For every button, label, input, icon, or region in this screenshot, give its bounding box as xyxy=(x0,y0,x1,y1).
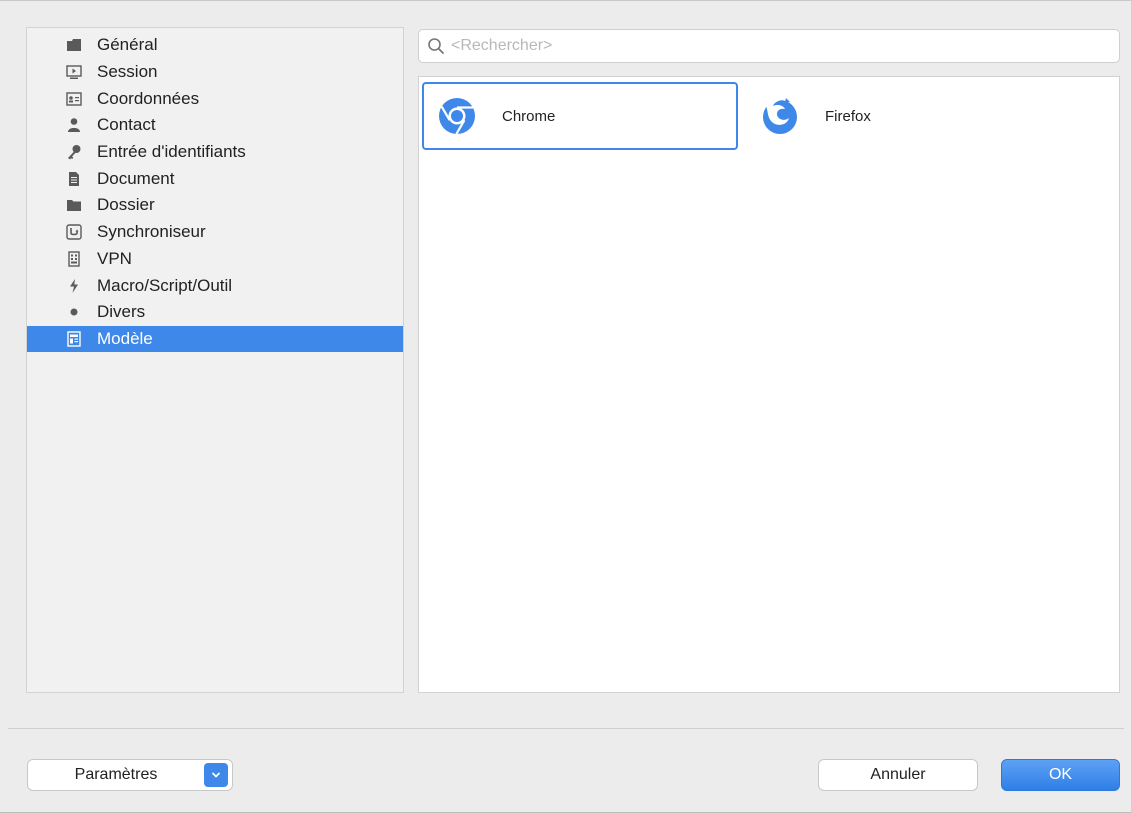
sidebar-item-label: Divers xyxy=(97,302,146,322)
sidebar-item-general[interactable]: Général xyxy=(27,32,403,59)
search-box xyxy=(418,29,1120,63)
key-icon xyxy=(65,143,83,161)
template-tile-firefox[interactable]: Firefox xyxy=(747,82,1063,150)
contact-icon xyxy=(65,116,83,134)
synchronizer-icon xyxy=(65,223,83,241)
sidebar-item-label: Contact xyxy=(97,115,156,135)
chrome-icon xyxy=(436,95,478,137)
sidebar-item-coordinates[interactable]: Coordonnées xyxy=(27,85,403,112)
params-label: Paramètres xyxy=(74,766,158,783)
sidebar-item-label: Modèle xyxy=(97,328,153,348)
template-icon xyxy=(65,330,83,348)
session-icon xyxy=(65,63,83,81)
footer-divider xyxy=(8,728,1124,729)
lightning-icon xyxy=(65,277,83,295)
sidebar-item-label: Coordonnées xyxy=(97,88,200,108)
template-tile-label: Firefox xyxy=(825,107,871,125)
cancel-button[interactable]: Annuler xyxy=(818,759,978,791)
sidebar-item-label: Macro/Script/Outil xyxy=(97,275,233,295)
sidebar-item-session[interactable]: Session xyxy=(27,59,403,86)
dot-icon xyxy=(65,303,83,321)
category-sidebar: Général Session Coordonnées Contact Entr… xyxy=(26,27,404,693)
sidebar-item-document[interactable]: Document xyxy=(27,165,403,192)
sidebar-item-label: Document xyxy=(97,168,175,188)
sidebar-item-misc[interactable]: Divers xyxy=(27,299,403,326)
firefox-icon xyxy=(759,95,801,137)
template-tile-chrome[interactable]: Chrome xyxy=(422,82,738,150)
ok-button[interactable]: OK xyxy=(1001,759,1120,791)
sidebar-item-label: Entrée d'identifiants xyxy=(97,142,246,162)
chevron-down-icon[interactable] xyxy=(204,763,228,787)
sidebar-item-credentials[interactable]: Entrée d'identifiants xyxy=(27,139,403,166)
sidebar-item-folder[interactable]: Dossier xyxy=(27,192,403,219)
sidebar-item-label: VPN xyxy=(97,248,132,268)
sidebar-item-label: Dossier xyxy=(97,195,155,215)
template-panel: Chrome Firefox xyxy=(418,76,1120,693)
sidebar-item-label: Session xyxy=(97,62,158,82)
search-input[interactable] xyxy=(451,37,1091,55)
coordinates-icon xyxy=(65,90,83,108)
general-icon xyxy=(65,36,83,54)
template-tile-label: Chrome xyxy=(502,107,556,125)
document-icon xyxy=(65,170,83,188)
search-icon xyxy=(425,35,447,57)
params-popup-button[interactable]: Paramètres xyxy=(27,759,233,791)
sidebar-item-vpn[interactable]: VPN xyxy=(27,246,403,273)
sidebar-item-template[interactable]: Modèle xyxy=(27,325,403,353)
new-entry-dialog: Général Session Coordonnées Contact Entr… xyxy=(0,0,1132,813)
vpn-icon xyxy=(65,250,83,268)
folder-icon xyxy=(65,196,83,214)
category-list: Général Session Coordonnées Contact Entr… xyxy=(27,28,403,353)
sidebar-item-macro[interactable]: Macro/Script/Outil xyxy=(27,272,403,299)
sidebar-item-label: Synchroniseur xyxy=(97,222,206,242)
sidebar-item-label: Général xyxy=(97,35,158,55)
sidebar-item-contact[interactable]: Contact xyxy=(27,112,403,139)
sidebar-item-synchronizer[interactable]: Synchroniseur xyxy=(27,219,403,246)
